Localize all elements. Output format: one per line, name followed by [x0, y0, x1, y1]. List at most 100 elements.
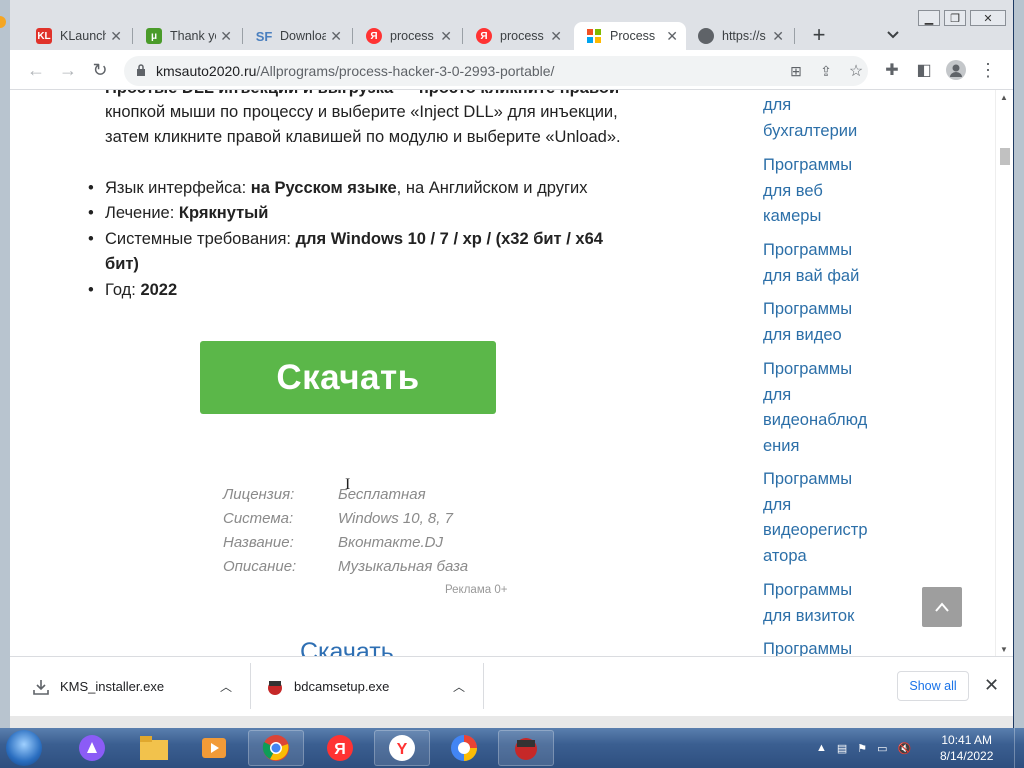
- close-icon[interactable]: ✕: [772, 28, 784, 45]
- profile-avatar-icon[interactable]: [944, 58, 968, 82]
- tab-divider: [352, 28, 353, 44]
- close-icon[interactable]: ✕: [666, 28, 678, 45]
- svg-text:Я: Я: [334, 741, 346, 758]
- chevron-up-icon[interactable]: ︿: [453, 678, 465, 695]
- sidebar-link[interactable]: Программы для вай фай: [763, 238, 859, 289]
- tab-process-1[interactable]: Я process ✕: [354, 22, 460, 50]
- translate-icon[interactable]: ⊞: [784, 59, 808, 83]
- url-path: /Allprograms/process-hacker-3-0-2993-por…: [256, 63, 555, 79]
- vertical-scrollbar[interactable]: ▲ ▼: [995, 90, 1013, 656]
- explorer-icon[interactable]: [126, 730, 182, 766]
- start-button[interactable]: [6, 730, 42, 766]
- tab-title: Process: [610, 29, 656, 43]
- close-icon[interactable]: ✕: [550, 28, 562, 45]
- ad-value[interactable]: Музыкальная база: [338, 558, 468, 575]
- show-hidden-icons-icon[interactable]: ▲: [816, 742, 827, 754]
- list-item: Язык интерфейса: на Русском языке, на Ан…: [88, 176, 587, 202]
- close-icon[interactable]: ✕: [110, 28, 122, 45]
- sidebar-link[interactable]: Программы для видеорегистр атора: [763, 467, 868, 569]
- bookmark-star-icon[interactable]: ☆: [844, 59, 868, 83]
- page-viewport: Простые DLL инъекции и выгрузка — просто…: [10, 90, 995, 656]
- scroll-down-arrow-icon[interactable]: ▼: [1000, 645, 1008, 654]
- volume-muted-icon[interactable]: 🔇: [898, 742, 912, 755]
- tab-klaunch[interactable]: KL KLaunch ✕: [24, 22, 130, 50]
- side-panel-icon[interactable]: ◧: [912, 58, 936, 82]
- taskbar-clock[interactable]: 10:41 AM 8/14/2022: [940, 732, 993, 764]
- tab-title: https://s: [722, 29, 766, 43]
- extensions-icon[interactable]: ✚: [880, 58, 904, 82]
- bullet-bold: для Windows 10 / 7 / xp / (x32 бит / x64: [295, 230, 603, 248]
- show-desktop-button[interactable]: [1014, 728, 1024, 768]
- tab-https[interactable]: https://s ✕: [686, 22, 792, 50]
- ad-key: Лицензия:: [223, 486, 295, 503]
- show-all-button[interactable]: Show all: [897, 671, 969, 701]
- display-icon[interactable]: ▭: [877, 742, 887, 755]
- bullet-label: Лечение:: [105, 204, 179, 222]
- list-item: Год: 2022: [88, 278, 177, 304]
- tab-title: Thank yo: [170, 29, 216, 43]
- tab-search-icon[interactable]: [886, 30, 900, 40]
- scroll-to-top-button[interactable]: [922, 587, 962, 627]
- tab-title: Downloa: [280, 29, 326, 43]
- reload-icon[interactable]: ↻: [88, 58, 112, 82]
- scroll-up-arrow-icon[interactable]: ▲: [1000, 93, 1008, 102]
- close-icon[interactable]: ✕: [984, 675, 999, 696]
- restore-button[interactable]: ❐: [944, 10, 966, 26]
- ad-key: Описание:: [223, 558, 297, 575]
- address-bar[interactable]: kmsauto2020.ru/Allprograms/process-hacke…: [124, 56, 868, 86]
- sidebar-link[interactable]: Программы для веб камеры: [763, 153, 852, 230]
- ad-value[interactable]: Windows 10, 8, 7: [338, 510, 453, 527]
- downloads-shelf: KMS_installer.exe ︿ bdcamsetup.exe ︿ Sho…: [10, 656, 1013, 716]
- close-window-button[interactable]: ✕: [970, 10, 1006, 26]
- action-center-icon[interactable]: ⚑: [857, 742, 867, 755]
- close-icon[interactable]: ✕: [220, 28, 232, 45]
- menu-kebab-icon[interactable]: ⋮: [976, 58, 1000, 82]
- ad-value[interactable]: Вконтакте.DJ: [338, 534, 443, 551]
- desktop-edge-right: [1014, 0, 1024, 728]
- close-icon[interactable]: ✕: [440, 28, 452, 45]
- media-player-icon[interactable]: [186, 730, 242, 766]
- tab-thank-you[interactable]: μ Thank yo ✕: [134, 22, 240, 50]
- ad-label[interactable]: Реклама 0+: [445, 584, 507, 596]
- tab-divider: [794, 28, 795, 44]
- share-icon[interactable]: ⇪: [814, 59, 838, 83]
- shelf-divider: [250, 663, 251, 709]
- download-button[interactable]: Скачать: [200, 341, 496, 414]
- alice-assistant-icon[interactable]: [64, 730, 120, 766]
- tab-process-active[interactable]: Process ✕: [574, 22, 686, 50]
- download-item[interactable]: bdcamsetup.exe: [266, 657, 389, 716]
- sidebar-link[interactable]: Программы: [763, 637, 852, 656]
- sidebar-link[interactable]: Программы для видеонаблюд ения: [763, 357, 867, 459]
- tab-process-2[interactable]: Я process ✕: [464, 22, 570, 50]
- close-icon[interactable]: ✕: [330, 28, 342, 45]
- window-controls: ▁ ❐ ✕: [918, 10, 1006, 26]
- minimize-button[interactable]: ▁: [918, 10, 940, 26]
- ad-download-link[interactable]: Скачать: [300, 638, 394, 656]
- scrollbar-thumb[interactable]: [1000, 148, 1010, 165]
- sidebar-link[interactable]: Программы для визиток: [763, 578, 854, 629]
- yandex-icon: Я: [366, 28, 382, 44]
- ad-value[interactable]: Бесплатная: [338, 486, 426, 503]
- forward-icon[interactable]: →: [56, 58, 80, 82]
- sidebar-link[interactable]: Программы для видео: [763, 297, 852, 348]
- chevron-up-icon[interactable]: ︿: [220, 678, 232, 695]
- bandicam-icon[interactable]: [498, 730, 554, 766]
- chrome-icon[interactable]: [248, 730, 304, 766]
- list-item: Системные требования: для Windows 10 / 7…: [88, 227, 603, 253]
- network-icon[interactable]: ▤: [837, 742, 847, 755]
- sourceforge-icon: SF: [255, 28, 273, 44]
- bullet-bold: Крякнутый: [178, 204, 269, 222]
- yandex-icon[interactable]: Я: [312, 730, 368, 766]
- kl-icon: KL: [36, 28, 52, 44]
- sidebar-link[interactable]: для бухгалтерии: [763, 93, 857, 144]
- tab-download[interactable]: SF Downloa ✕: [244, 22, 350, 50]
- download-filename: bdcamsetup.exe: [294, 679, 390, 694]
- horizontal-scrollbar[interactable]: [10, 716, 1013, 728]
- yandex-browser-icon[interactable]: Y: [374, 730, 430, 766]
- kms-tool-icon[interactable]: [436, 730, 492, 766]
- back-icon[interactable]: ←: [24, 58, 48, 82]
- new-tab-button[interactable]: +: [807, 24, 831, 48]
- bullet-bold: на Русском языке: [250, 179, 397, 197]
- download-item[interactable]: KMS_installer.exe: [32, 657, 164, 716]
- tab-divider: [242, 28, 243, 44]
